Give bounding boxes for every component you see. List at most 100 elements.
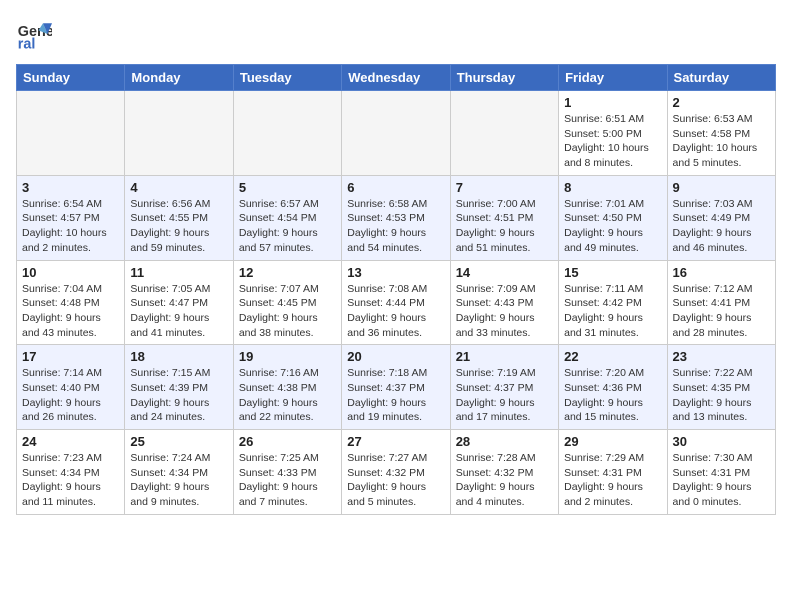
day-number: 22 [564, 349, 661, 364]
day-number: 28 [456, 434, 553, 449]
calendar-cell: 20 Sunrise: 7:18 AM Sunset: 4:37 PM Dayli… [342, 345, 450, 430]
day-number: 18 [130, 349, 227, 364]
day-info: Sunrise: 7:25 AM Sunset: 4:33 PM Dayligh… [239, 451, 336, 510]
weekday-header-row: SundayMondayTuesdayWednesdayThursdayFrid… [17, 65, 776, 91]
day-info: Sunrise: 7:15 AM Sunset: 4:39 PM Dayligh… [130, 366, 227, 425]
calendar-cell: 14 Sunrise: 7:09 AM Sunset: 4:43 PM Dayli… [450, 260, 558, 345]
day-info: Sunrise: 7:04 AM Sunset: 4:48 PM Dayligh… [22, 282, 119, 341]
calendar-cell: 21 Sunrise: 7:19 AM Sunset: 4:37 PM Dayli… [450, 345, 558, 430]
week-row-3: 10 Sunrise: 7:04 AM Sunset: 4:48 PM Dayli… [17, 260, 776, 345]
day-info: Sunrise: 7:12 AM Sunset: 4:41 PM Dayligh… [673, 282, 770, 341]
day-number: 25 [130, 434, 227, 449]
day-info: Sunrise: 7:18 AM Sunset: 4:37 PM Dayligh… [347, 366, 444, 425]
weekday-header-friday: Friday [559, 65, 667, 91]
week-row-4: 17 Sunrise: 7:14 AM Sunset: 4:40 PM Dayli… [17, 345, 776, 430]
weekday-header-thursday: Thursday [450, 65, 558, 91]
calendar-cell: 16 Sunrise: 7:12 AM Sunset: 4:41 PM Dayli… [667, 260, 775, 345]
calendar-cell: 11 Sunrise: 7:05 AM Sunset: 4:47 PM Dayli… [125, 260, 233, 345]
calendar-table: SundayMondayTuesdayWednesdayThursdayFrid… [16, 64, 776, 515]
calendar-cell [125, 91, 233, 176]
calendar-cell: 24 Sunrise: 7:23 AM Sunset: 4:34 PM Dayli… [17, 430, 125, 515]
svg-text:ral: ral [18, 36, 36, 52]
day-info: Sunrise: 6:58 AM Sunset: 4:53 PM Dayligh… [347, 197, 444, 256]
weekday-header-wednesday: Wednesday [342, 65, 450, 91]
calendar-cell: 26 Sunrise: 7:25 AM Sunset: 4:33 PM Dayli… [233, 430, 341, 515]
day-number: 24 [22, 434, 119, 449]
day-number: 3 [22, 180, 119, 195]
week-row-1: 1Sunrise: 6:51 AM Sunset: 5:00 PM Daylig… [17, 91, 776, 176]
day-info: Sunrise: 7:16 AM Sunset: 4:38 PM Dayligh… [239, 366, 336, 425]
day-info: Sunrise: 7:07 AM Sunset: 4:45 PM Dayligh… [239, 282, 336, 341]
day-info: Sunrise: 7:30 AM Sunset: 4:31 PM Dayligh… [673, 451, 770, 510]
weekday-header-tuesday: Tuesday [233, 65, 341, 91]
day-number: 7 [456, 180, 553, 195]
day-number: 15 [564, 265, 661, 280]
day-number: 8 [564, 180, 661, 195]
day-info: Sunrise: 7:24 AM Sunset: 4:34 PM Dayligh… [130, 451, 227, 510]
day-info: Sunrise: 7:28 AM Sunset: 4:32 PM Dayligh… [456, 451, 553, 510]
calendar-cell: 13 Sunrise: 7:08 AM Sunset: 4:44 PM Dayli… [342, 260, 450, 345]
page-header: Gene ral [16, 16, 776, 52]
calendar-cell: 6Sunrise: 6:58 AM Sunset: 4:53 PM Daylig… [342, 175, 450, 260]
calendar-cell: 30Sunrise: 7:30 AM Sunset: 4:31 PM Dayli… [667, 430, 775, 515]
day-info: Sunrise: 7:09 AM Sunset: 4:43 PM Dayligh… [456, 282, 553, 341]
calendar-cell: 19 Sunrise: 7:16 AM Sunset: 4:38 PM Dayli… [233, 345, 341, 430]
day-number: 26 [239, 434, 336, 449]
day-info: Sunrise: 7:11 AM Sunset: 4:42 PM Dayligh… [564, 282, 661, 341]
calendar-cell: 12 Sunrise: 7:07 AM Sunset: 4:45 PM Dayli… [233, 260, 341, 345]
day-number: 1 [564, 95, 661, 110]
calendar-cell: 5 Sunrise: 6:57 AM Sunset: 4:54 PM Daylig… [233, 175, 341, 260]
calendar-cell [233, 91, 341, 176]
day-number: 23 [673, 349, 770, 364]
weekday-header-monday: Monday [125, 65, 233, 91]
calendar-cell: 3 Sunrise: 6:54 AM Sunset: 4:57 PM Daylig… [17, 175, 125, 260]
week-row-5: 24 Sunrise: 7:23 AM Sunset: 4:34 PM Dayli… [17, 430, 776, 515]
day-info: Sunrise: 7:20 AM Sunset: 4:36 PM Dayligh… [564, 366, 661, 425]
day-number: 19 [239, 349, 336, 364]
calendar-cell: 4 Sunrise: 6:56 AM Sunset: 4:55 PM Daylig… [125, 175, 233, 260]
day-info: Sunrise: 7:03 AM Sunset: 4:49 PM Dayligh… [673, 197, 770, 256]
calendar-cell: 27Sunrise: 7:27 AM Sunset: 4:32 PM Dayli… [342, 430, 450, 515]
day-number: 13 [347, 265, 444, 280]
day-info: Sunrise: 7:29 AM Sunset: 4:31 PM Dayligh… [564, 451, 661, 510]
day-info: Sunrise: 7:05 AM Sunset: 4:47 PM Dayligh… [130, 282, 227, 341]
day-number: 10 [22, 265, 119, 280]
day-number: 21 [456, 349, 553, 364]
day-info: Sunrise: 6:56 AM Sunset: 4:55 PM Dayligh… [130, 197, 227, 256]
calendar-cell: 15 Sunrise: 7:11 AM Sunset: 4:42 PM Dayli… [559, 260, 667, 345]
day-number: 9 [673, 180, 770, 195]
weekday-header-sunday: Sunday [17, 65, 125, 91]
day-info: Sunrise: 7:27 AM Sunset: 4:32 PM Dayligh… [347, 451, 444, 510]
calendar-cell: 1Sunrise: 6:51 AM Sunset: 5:00 PM Daylig… [559, 91, 667, 176]
calendar-cell: 22 Sunrise: 7:20 AM Sunset: 4:36 PM Dayli… [559, 345, 667, 430]
day-info: Sunrise: 6:54 AM Sunset: 4:57 PM Dayligh… [22, 197, 119, 256]
calendar-cell [342, 91, 450, 176]
day-info: Sunrise: 7:01 AM Sunset: 4:50 PM Dayligh… [564, 197, 661, 256]
logo: Gene ral [16, 16, 56, 52]
day-info: Sunrise: 6:57 AM Sunset: 4:54 PM Dayligh… [239, 197, 336, 256]
day-number: 5 [239, 180, 336, 195]
calendar-cell: 25 Sunrise: 7:24 AM Sunset: 4:34 PM Dayli… [125, 430, 233, 515]
calendar-cell: 23 Sunrise: 7:22 AM Sunset: 4:35 PM Dayli… [667, 345, 775, 430]
calendar-cell [450, 91, 558, 176]
day-info: Sunrise: 7:23 AM Sunset: 4:34 PM Dayligh… [22, 451, 119, 510]
day-number: 29 [564, 434, 661, 449]
day-number: 4 [130, 180, 227, 195]
day-number: 20 [347, 349, 444, 364]
day-number: 16 [673, 265, 770, 280]
day-number: 2 [673, 95, 770, 110]
day-info: Sunrise: 7:00 AM Sunset: 4:51 PM Dayligh… [456, 197, 553, 256]
week-row-2: 3 Sunrise: 6:54 AM Sunset: 4:57 PM Daylig… [17, 175, 776, 260]
day-number: 12 [239, 265, 336, 280]
day-number: 17 [22, 349, 119, 364]
day-number: 14 [456, 265, 553, 280]
calendar-cell: 8 Sunrise: 7:01 AM Sunset: 4:50 PM Daylig… [559, 175, 667, 260]
calendar-cell: 7 Sunrise: 7:00 AM Sunset: 4:51 PM Daylig… [450, 175, 558, 260]
day-info: Sunrise: 7:19 AM Sunset: 4:37 PM Dayligh… [456, 366, 553, 425]
day-number: 11 [130, 265, 227, 280]
logo-icon: Gene ral [16, 16, 52, 52]
day-info: Sunrise: 7:22 AM Sunset: 4:35 PM Dayligh… [673, 366, 770, 425]
day-info: Sunrise: 7:08 AM Sunset: 4:44 PM Dayligh… [347, 282, 444, 341]
day-info: Sunrise: 7:14 AM Sunset: 4:40 PM Dayligh… [22, 366, 119, 425]
calendar-cell: 28 Sunrise: 7:28 AM Sunset: 4:32 PM Dayli… [450, 430, 558, 515]
